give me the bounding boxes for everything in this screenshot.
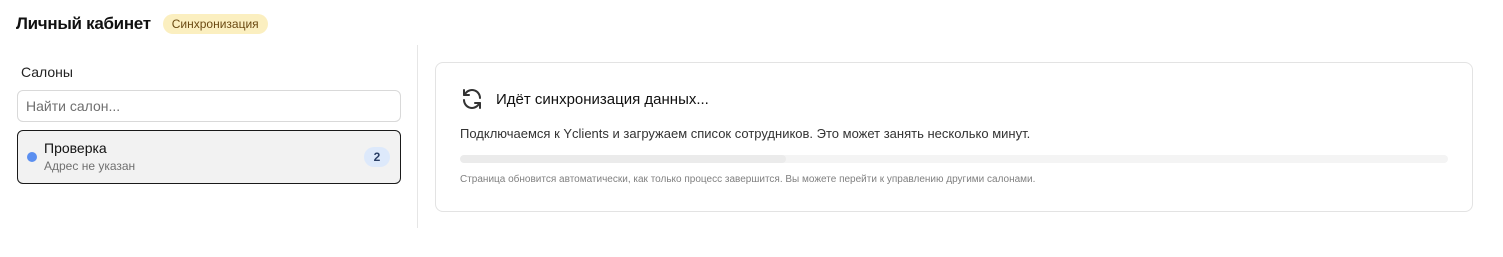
sync-description: Подключаемся к Yclients и загружаем спис… bbox=[460, 126, 1031, 141]
salons-sidebar: Салоны Проверка Адрес не указан 2 bbox=[17, 62, 401, 184]
refresh-icon bbox=[460, 87, 484, 111]
page-title: Личный кабинет bbox=[16, 14, 151, 33]
sync-progress-bar bbox=[460, 155, 1448, 163]
header: Личный кабинет Синхронизация bbox=[16, 12, 268, 36]
sync-title: Идёт синхронизация данных... bbox=[496, 91, 709, 108]
sync-note: Страница обновится автоматически, как то… bbox=[460, 174, 1036, 185]
sync-progress-fill bbox=[460, 155, 787, 163]
salon-search-input[interactable] bbox=[17, 90, 401, 122]
salon-list-item[interactable]: Проверка Адрес не указан 2 bbox=[17, 130, 401, 184]
salon-count-badge: 2 bbox=[364, 147, 390, 167]
salon-status-dot bbox=[27, 152, 37, 162]
sync-status-panel: Идёт синхронизация данных... Подключаемс… bbox=[435, 62, 1473, 212]
salon-name: Проверка bbox=[44, 140, 107, 156]
sidebar-heading: Салоны bbox=[21, 64, 73, 80]
column-divider bbox=[417, 45, 418, 228]
salon-address: Адрес не указан bbox=[44, 159, 136, 173]
status-badge: Синхронизация bbox=[162, 14, 268, 34]
